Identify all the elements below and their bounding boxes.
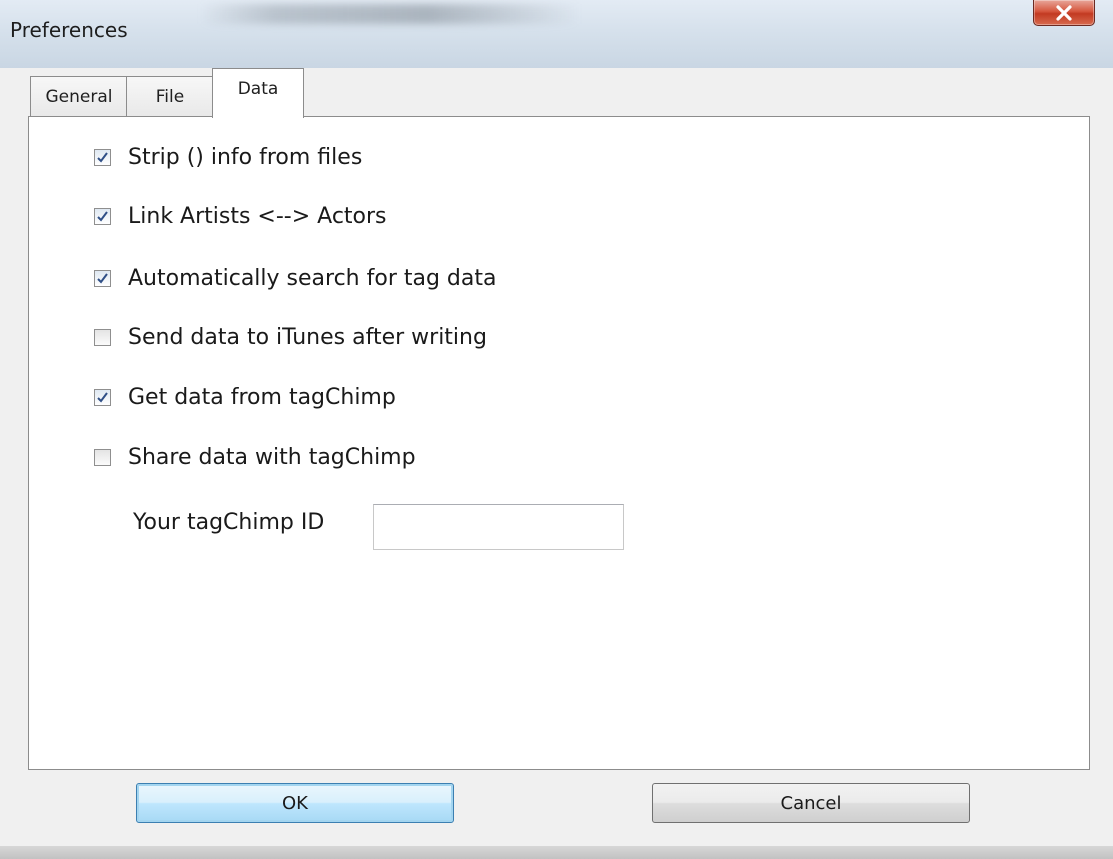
- cancel-button[interactable]: Cancel: [652, 783, 970, 823]
- send-to-itunes-checkbox[interactable]: [94, 329, 111, 346]
- tab-data-label: Data: [237, 79, 279, 99]
- tagchimp-id-input[interactable]: [373, 504, 624, 550]
- tab-general-label: General: [45, 86, 113, 107]
- get-data-tagchimp-checkbox[interactable]: [94, 389, 111, 406]
- option-strip-info[interactable]: Strip () info from files: [94, 145, 362, 170]
- checkmark-icon: [97, 152, 108, 163]
- strip-info-label: Strip () info from files: [128, 145, 363, 170]
- close-button[interactable]: [1033, 0, 1095, 26]
- tab-file[interactable]: File: [126, 76, 214, 116]
- auto-search-tag-data-label: Automatically search for tag data: [128, 266, 497, 291]
- checkmark-icon: [97, 392, 108, 403]
- title-bar-background-blur: [200, 4, 580, 24]
- auto-search-tag-data-checkbox[interactable]: [94, 270, 111, 287]
- share-data-tagchimp-label: Share data with tagChimp: [128, 445, 416, 470]
- ok-button-label: OK: [282, 792, 308, 814]
- preferences-dialog: Preferences General File Data Strip () i…: [0, 0, 1113, 859]
- window-title: Preferences: [10, 18, 128, 42]
- tab-general[interactable]: General: [30, 76, 128, 116]
- option-auto-search-tag-data[interactable]: Automatically search for tag data: [94, 266, 496, 291]
- cancel-button-label: Cancel: [780, 792, 842, 814]
- option-link-artists-actors[interactable]: Link Artists <--> Actors: [94, 204, 387, 229]
- share-data-tagchimp-checkbox[interactable]: [94, 449, 111, 466]
- title-bar: Preferences: [0, 0, 1113, 68]
- tab-file-label: File: [155, 86, 185, 107]
- option-get-data-tagchimp[interactable]: Get data from tagChimp: [94, 385, 396, 410]
- tab-data[interactable]: Data: [212, 68, 304, 118]
- get-data-tagchimp-label: Get data from tagChimp: [128, 385, 396, 410]
- checkmark-icon: [97, 273, 108, 284]
- tagchimp-id-label: Your tagChimp ID: [133, 510, 325, 535]
- strip-info-checkbox[interactable]: [94, 149, 111, 166]
- option-share-data-tagchimp[interactable]: Share data with tagChimp: [94, 445, 416, 470]
- option-send-to-itunes[interactable]: Send data to iTunes after writing: [94, 325, 487, 350]
- link-artists-actors-checkbox[interactable]: [94, 208, 111, 225]
- ok-button[interactable]: OK: [136, 783, 454, 823]
- send-to-itunes-label: Send data to iTunes after writing: [128, 325, 487, 350]
- link-artists-actors-label: Link Artists <--> Actors: [128, 204, 387, 229]
- close-icon: [1056, 4, 1072, 21]
- checkmark-icon: [97, 211, 108, 222]
- window-bottom-edge: [0, 846, 1113, 859]
